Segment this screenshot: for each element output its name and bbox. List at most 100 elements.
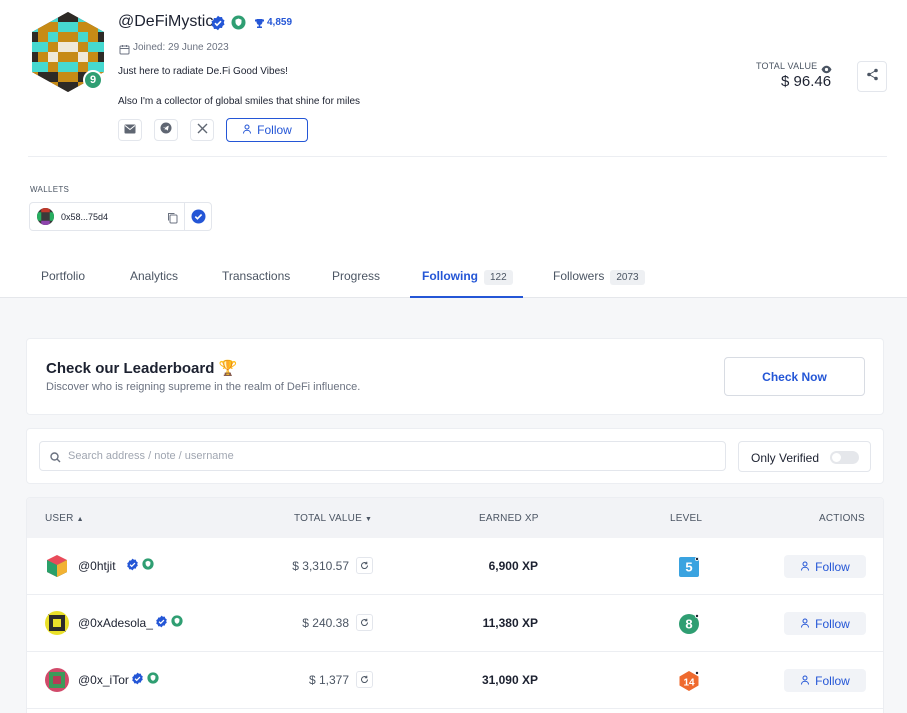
total-value-label: TOTAL VALUE (756, 61, 818, 71)
following-count: 122 (484, 270, 513, 285)
only-verified-toggle[interactable] (830, 451, 859, 464)
followers-count: 2073 (610, 270, 645, 285)
shield-icon (147, 671, 159, 689)
only-verified-filter[interactable]: Only Verified (738, 441, 871, 472)
profile-xp: 4,859 (267, 17, 293, 28)
wallet-separator (184, 203, 185, 230)
profile-bio-line-2: Also I'm a collector of global smiles th… (118, 96, 361, 107)
level-value: 5 (685, 560, 692, 575)
refresh-icon[interactable] (356, 557, 373, 574)
tab-portfolio[interactable]: Portfolio (41, 269, 85, 283)
refresh-icon[interactable] (356, 671, 373, 688)
shield-icon (142, 557, 154, 575)
wallet-avatar (37, 208, 54, 225)
search-card: Only Verified (26, 428, 884, 484)
profile-bio-line-1: Just here to radiate De.Fi Good Vibes! (118, 66, 288, 77)
telegram-icon (160, 121, 172, 139)
header-user[interactable]: USER ▲ (45, 513, 84, 524)
header-divider (28, 156, 887, 157)
profile-level-badge: 9 (83, 70, 103, 90)
wallet-item[interactable]: 0x58...75d4 (29, 202, 212, 231)
table-row: @0x_iTor $ 1,377 31,090 XP 14 Follow (27, 652, 883, 709)
sort-icon: ▼ (364, 516, 373, 523)
verified-check-icon (191, 209, 206, 229)
follow-user-button[interactable]: Follow (784, 612, 866, 635)
mail-button[interactable] (118, 119, 142, 141)
follow-user-button[interactable]: Follow (784, 555, 866, 578)
profile-joined-date: Joined: 29 June 2023 (133, 42, 229, 53)
table-row: @0xAdesola_ $ 240.38 11,380 XP 8 Follow (27, 595, 883, 652)
profile-avatar: 9 (28, 12, 108, 92)
verified-icon (131, 672, 144, 690)
header-earned-xp: EARNED XP (479, 513, 539, 524)
following-table: USER ▲ TOTAL VALUE ▼ EARNED XP LEVEL ACT… (26, 497, 884, 713)
header-total-value[interactable]: TOTAL VALUE ▼ (294, 513, 372, 524)
trophy-icon (254, 16, 265, 34)
leaderboard-subtitle: Discover who is reigning supreme in the … (46, 381, 361, 393)
profile-username: @DeFiMystic (118, 13, 214, 30)
following-content: Check our Leaderboard 🏆 Discover who is … (0, 298, 907, 713)
sort-icon: ▲ (76, 516, 84, 523)
calendar-icon (119, 42, 130, 60)
tab-transactions[interactable]: Transactions (222, 269, 290, 283)
follow-profile-button[interactable]: Follow (226, 118, 308, 142)
follow-user-button[interactable]: Follow (784, 669, 866, 692)
level-badge: 8 (678, 613, 700, 640)
verified-icon (126, 558, 139, 576)
follow-user-label: Follow (815, 559, 850, 574)
follow-user-label: Follow (815, 673, 850, 688)
level-badge: 5 (678, 556, 700, 583)
user-icon (242, 123, 252, 137)
search-icon (50, 450, 61, 468)
tab-analytics[interactable]: Analytics (130, 269, 178, 283)
check-now-button[interactable]: Check Now (724, 357, 865, 396)
user-name[interactable]: @0x_iTor (78, 673, 129, 687)
share-button[interactable] (857, 61, 887, 92)
only-verified-label: Only Verified (751, 451, 820, 465)
x-icon (197, 121, 208, 139)
header-actions: ACTIONS (819, 513, 865, 524)
user-avatar (45, 554, 69, 578)
user-icon (800, 674, 810, 688)
level-badge: 14 (678, 670, 700, 697)
profile-tabs: Portfolio Analytics Transactions Progres… (0, 257, 907, 298)
user-name[interactable]: @0xAdesola_ (78, 616, 153, 630)
search-box (39, 441, 726, 471)
wallet-address: 0x58...75d4 (61, 212, 109, 222)
share-icon (866, 68, 879, 86)
leaderboard-title: Check our Leaderboard 🏆 (46, 360, 238, 377)
user-avatar (45, 668, 69, 692)
user-earned-xp: 31,090 XP (481, 673, 538, 687)
user-earned-xp: 11,380 XP (482, 616, 538, 630)
tab-following[interactable]: Following 122 (422, 269, 513, 285)
copy-icon[interactable] (167, 211, 178, 229)
tab-followers[interactable]: Followers 2073 (553, 269, 645, 285)
table-header: USER ▲ TOTAL VALUE ▼ EARNED XP LEVEL ACT… (27, 498, 883, 538)
x-button[interactable] (190, 119, 214, 141)
telegram-button[interactable] (154, 119, 178, 141)
search-input[interactable] (68, 443, 708, 469)
shield-icon (231, 15, 246, 35)
user-name[interactable]: @0htjit (78, 559, 116, 573)
level-value: 14 (683, 678, 695, 689)
verified-icon (155, 615, 168, 633)
table-row: @0htjit $ 3,310.57 6,900 XP 5 Follow (27, 538, 883, 595)
tab-progress[interactable]: Progress (332, 269, 380, 283)
header-level: LEVEL (670, 513, 703, 524)
wallets-label: WALLETS (30, 185, 70, 194)
user-total-value: $ 240.38 (302, 616, 349, 630)
follow-profile-label: Follow (257, 123, 292, 137)
shield-icon (171, 614, 183, 632)
user-icon (800, 560, 810, 574)
user-earned-xp: 6,900 XP (488, 559, 538, 573)
user-avatar (45, 611, 69, 635)
follow-user-label: Follow (815, 616, 850, 631)
user-total-value: $ 1,377 (308, 673, 349, 687)
user-icon (800, 617, 810, 631)
refresh-icon[interactable] (356, 614, 373, 631)
mail-icon (124, 121, 136, 139)
total-value-amount: $ 96.46 (781, 73, 832, 90)
profile-header: 9 @DeFiMystic 4,859 Joined: 29 June 2023… (0, 0, 907, 298)
verified-icon (210, 15, 226, 36)
leaderboard-card: Check our Leaderboard 🏆 Discover who is … (26, 338, 884, 415)
